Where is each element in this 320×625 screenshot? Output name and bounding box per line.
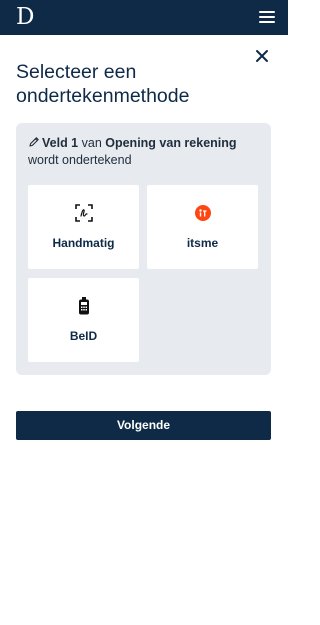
itsme-logo-icon [193,203,213,223]
info-suffix-text: wordt ondertekend [28,153,132,167]
option-itsme-label: itsme [186,236,219,250]
option-handmatig[interactable]: Handmatig [28,185,139,269]
page-title: Selecteer een ondertekenmethode [16,61,190,107]
top-navigation-bar: D [0,0,288,35]
info-from-text: van [78,136,106,150]
pencil-icon [28,136,40,148]
option-beid[interactable]: BeID [28,278,139,362]
signing-field-info: Veld 1 van Opening van rekening wordt on… [28,135,264,169]
option-handmatig-label: Handmatig [52,236,115,250]
option-itsme[interactable]: itsme [147,185,258,269]
document-name: Opening van rekening [105,136,237,150]
handwritten-signature-icon [74,203,94,223]
hamburger-menu-icon[interactable] [259,10,275,24]
card-reader-icon [74,296,94,316]
option-beid-label: BeID [69,329,98,343]
app-logo[interactable]: D [16,3,34,31]
field-label: Veld 1 [42,136,79,150]
signing-method-panel: Veld 1 van Opening van rekening wordt on… [16,123,271,375]
next-button[interactable]: Volgende [16,411,271,440]
